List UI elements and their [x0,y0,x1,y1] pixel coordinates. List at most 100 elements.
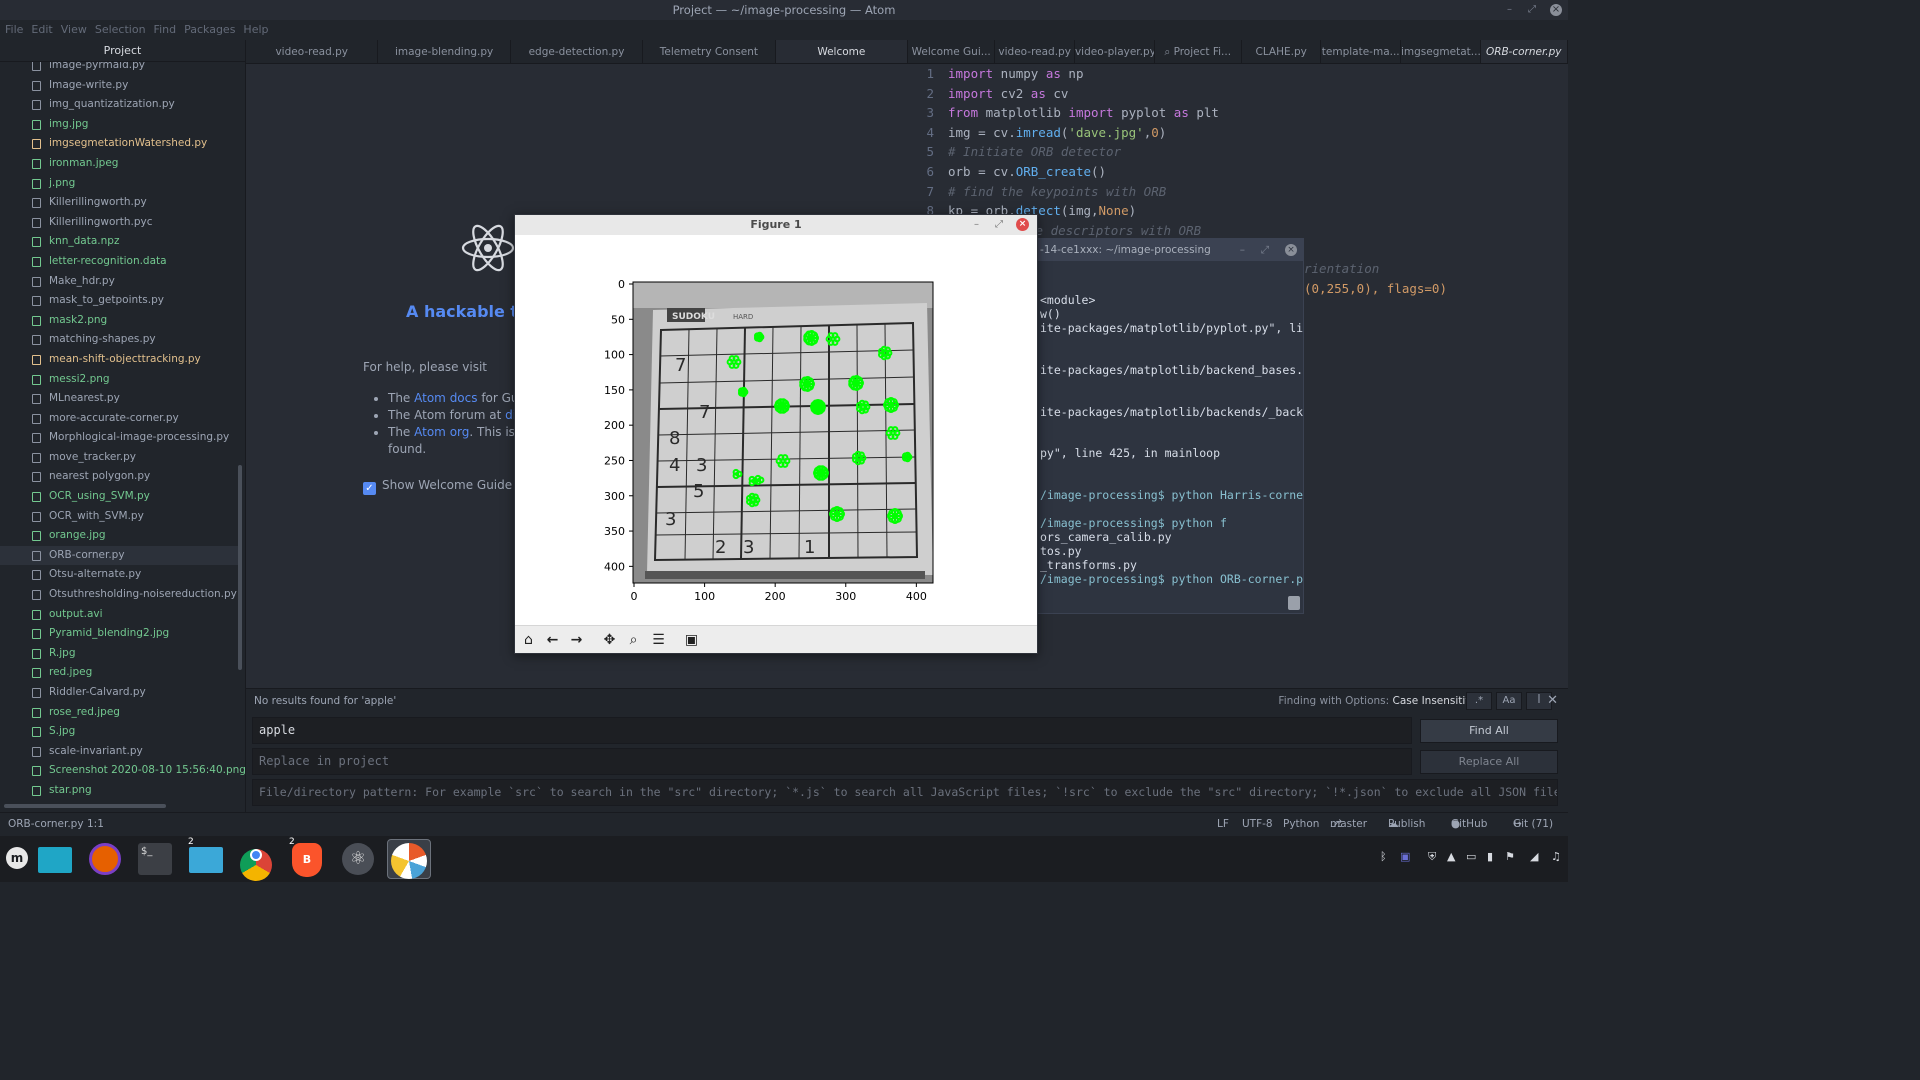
tree-item[interactable]: ironman.jpeg [0,154,238,174]
update-icon[interactable]: ▲ [1447,850,1455,863]
tab-video-player[interactable]: video-player.py [1075,40,1155,63]
path-pattern-input[interactable]: File/directory pattern: For example `src… [252,779,1558,806]
menu-selection[interactable]: Selection [91,20,150,40]
close-find-icon[interactable]: ✕ [1547,693,1558,708]
atom-docs-link[interactable]: Atom docs [414,391,477,405]
home-icon[interactable]: ⌂ [518,630,539,650]
maximize-icon[interactable]: ⤢ [1528,0,1536,20]
show-guide-checkbox[interactable]: ✓ Show Welcome Guide w [363,478,526,495]
atom-org-link[interactable]: Atom org [414,425,469,439]
tree-horizontal-scrollbar[interactable] [4,804,166,808]
replace-all-button[interactable]: Replace All [1420,750,1558,774]
tree-header[interactable]: Project [0,40,245,62]
tree-item[interactable]: mask_to_getpoints.py [0,291,238,311]
tree-item[interactable]: letter-recognition.data [0,252,238,272]
tree-item[interactable]: Otsuthresholding-noisereduction.py [0,585,238,605]
tab-welcome-guide[interactable]: Welcome Gui... [908,40,996,63]
close-icon[interactable]: × [1016,218,1029,231]
menu-view[interactable]: View [57,20,91,40]
tree-item[interactable]: more-accurate-corner.py [0,409,238,429]
close-icon[interactable]: × [1550,4,1562,16]
tree-item[interactable]: matching-shapes.py [0,330,238,350]
tree-item[interactable]: Riddler-Calvard.py [0,683,238,703]
terminal-scroll-thumb[interactable] [1288,596,1300,610]
tree-item[interactable]: Screenshot 2020-08-10 15:56:40.png [0,761,245,781]
tree-item[interactable]: star.png [0,781,238,801]
tab-image-blending[interactable]: image-blending.py [378,40,511,63]
tree-item[interactable]: OCR_with_SVM.py [0,507,238,527]
network-icon[interactable]: ◢ [1530,850,1538,863]
sound-icon[interactable]: ♫ [1551,850,1561,863]
tree-item[interactable]: j.png [0,174,238,194]
maximize-icon[interactable]: ⤢ [995,215,1003,235]
tree-item[interactable]: R.jpg [0,644,238,664]
tree-item[interactable]: messi2.png [0,370,238,390]
tree-item[interactable]: Killerillingworth.pyc [0,213,238,233]
figure-window[interactable]: Figure 1 – ⤢ × SUDOKU HARD 7 7 8 4 3 5 3… [514,214,1038,654]
zoom-icon[interactable]: ⌕ [623,630,644,650]
tab-orb-corner[interactable]: ORB-corner.py [1480,40,1568,63]
tree-item[interactable]: rose_red.jpeg [0,703,238,723]
menu-help[interactable]: Help [239,20,272,40]
teams-icon[interactable]: ▣ [1400,850,1410,863]
tab-project-find[interactable]: ⌕ Project Fi... [1155,40,1242,63]
tab-telemetry-consent[interactable]: Telemetry Consent [643,40,776,63]
mint-menu-icon[interactable]: m [2,839,30,879]
tab-edge-detection[interactable]: edge-detection.py [511,40,644,63]
terminal-app-icon[interactable]: $_ [135,839,175,879]
tree-item[interactable]: Image-write.py [0,76,238,96]
menu-find[interactable]: Find [150,20,181,40]
pan-icon[interactable]: ✥ [599,630,620,650]
tree-item[interactable]: OCR_using_SVM.py [0,487,238,507]
back-arrow-icon[interactable]: ← [542,630,563,650]
notifications-icon[interactable]: ⚑ [1505,850,1515,863]
tree-item[interactable]: Otsu-alternate.py [0,565,238,585]
tree-item[interactable]: img_quantizatization.py [0,95,238,115]
status-encoding[interactable]: UTF-8 [1242,813,1273,836]
tab-imgsegmentation[interactable]: imgsegmetat... [1401,40,1481,63]
close-icon[interactable]: × [1285,244,1297,256]
tree-item[interactable]: knn_data.npz [0,232,238,252]
minimize-icon[interactable]: – [1507,0,1512,20]
menu-edit[interactable]: Edit [27,20,56,40]
tab-clahe[interactable]: CLAHE.py [1242,40,1322,63]
tree-item[interactable]: move_tracker.py [0,448,238,468]
tree-item[interactable]: img.jpg [0,115,238,135]
figure-titlebar[interactable]: Figure 1 – ⤢ × [515,215,1037,235]
tree-item[interactable]: Pyramid_blending2.jpg [0,624,238,644]
tree-item[interactable]: mask2.png [0,311,238,331]
tree-item[interactable]: orange.jpg [0,526,238,546]
replace-input[interactable]: Replace in project [252,748,1412,775]
save-icon[interactable]: ▣ [681,630,702,650]
shield-icon[interactable]: ⛨ [1428,850,1436,864]
clipboard-icon[interactable]: ▮ [1487,850,1493,863]
display-icon[interactable]: ▭ [1466,850,1476,863]
firefox-icon[interactable] [85,839,125,879]
tree-item[interactable]: Make_hdr.py [0,272,238,292]
tree-item[interactable]: S.jpg [0,722,238,742]
minimize-icon[interactable]: – [1240,239,1245,261]
tab-welcome[interactable]: Welcome [775,40,909,63]
find-all-button[interactable]: Find All [1420,719,1558,743]
tree-item[interactable]: ORB-corner.py [0,545,238,566]
tree-item[interactable]: imgsegmetationWatershed.py [0,134,238,154]
tree-scrollbar[interactable] [238,465,242,670]
tree-item[interactable]: MLnearest.py [0,389,238,409]
status-eol[interactable]: LF [1217,813,1229,836]
chrome-icon[interactable] [237,839,277,881]
tab-template-matching[interactable]: template-ma... [1321,40,1401,63]
maximize-icon[interactable]: ⤢ [1261,239,1269,261]
tab-video-read-2[interactable]: video-read.py [995,40,1075,63]
tree-item[interactable]: Killerillingworth.py [0,193,238,213]
menu-file[interactable]: File [0,20,27,40]
atom-app-icon[interactable]: ⚛ [338,839,378,879]
checkbox-check-icon[interactable]: ✓ [363,482,376,495]
forward-arrow-icon[interactable]: → [566,630,587,650]
find-input[interactable]: apple [252,717,1412,744]
tab-video-read[interactable]: video-read.py [246,40,379,63]
tree-item[interactable]: scale-invariant.py [0,742,238,762]
terminal-window[interactable]: -14-ce1xxx: ~/image-processing – ⤢ × <mo… [1034,238,1304,614]
tree-item[interactable]: Morphlogical-image-processing.py [0,428,238,448]
status-grammar[interactable]: Python [1283,813,1319,836]
tree-item[interactable]: output.avi [0,605,238,625]
